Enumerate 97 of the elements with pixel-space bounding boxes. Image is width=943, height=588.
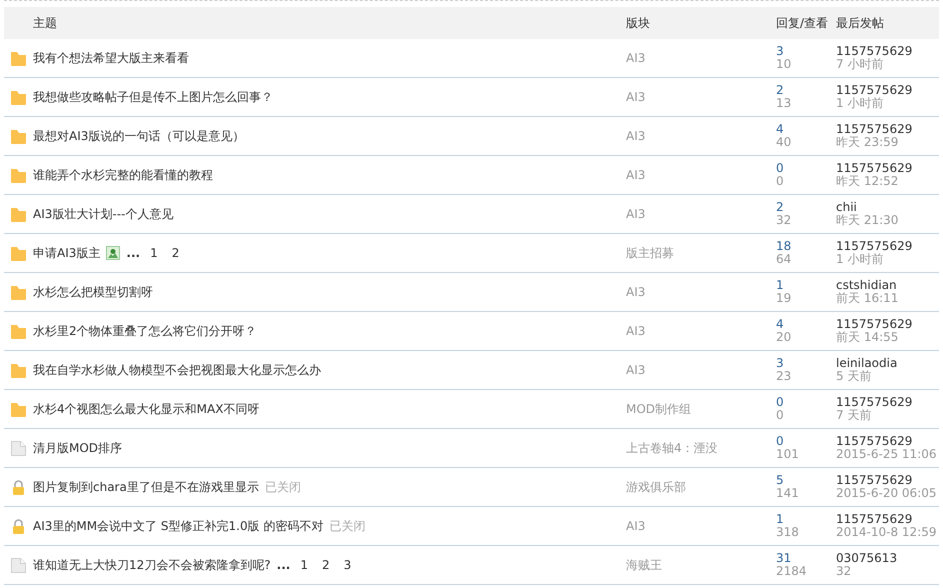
thread-title-link[interactable]: 谁知道无上大快刀12刀会不会被索隆拿到呢?	[33, 556, 271, 574]
folder-icon	[10, 166, 27, 184]
page-link[interactable]: 3	[344, 558, 352, 572]
thread-title-link[interactable]: 清月版MOD排序	[33, 440, 122, 456]
post-time: 昨天 12:52	[836, 175, 900, 188]
post-time: 32	[836, 565, 852, 578]
reply-count: 2	[776, 84, 785, 97]
view-count: 32	[776, 214, 792, 227]
folder-icon	[10, 128, 27, 144]
column-header: 版块	[626, 14, 651, 32]
view-count: 318	[776, 526, 800, 539]
view-count: 40	[776, 136, 792, 149]
reply-count: 0	[776, 396, 785, 409]
post-time: 1 小时前	[836, 253, 884, 266]
view-count: 141	[776, 487, 800, 500]
author-link[interactable]: cstshidian	[836, 279, 939, 292]
author-link[interactable]: 1157575629	[836, 474, 939, 487]
author-link[interactable]: 1157575629	[836, 240, 939, 253]
reply-count: 5	[776, 474, 785, 487]
column-header: 主题	[33, 14, 58, 32]
author-link[interactable]: 03075613	[836, 552, 939, 565]
thread-title-link[interactable]: 我想做些攻略帖子但是传不上图片怎么回事？	[33, 88, 273, 106]
author-link[interactable]: 1157575629	[836, 513, 939, 526]
reply-count: 4	[776, 318, 785, 331]
reply-count: 4	[776, 123, 785, 136]
folder-icon	[10, 322, 27, 340]
view-count: 2184	[776, 565, 808, 578]
ellipsis: ...	[276, 558, 290, 572]
view-count: 10	[776, 58, 792, 71]
post-time: 7 小时前	[836, 58, 884, 71]
thread-title-link[interactable]: 我有个想法希望大版主来看看	[33, 50, 189, 66]
reply-count: 0	[776, 435, 785, 448]
post-time: 昨天 23:59	[836, 136, 900, 149]
thread-title-link[interactable]: 水杉怎么把模型切割呀	[33, 284, 153, 300]
post-time: 前天 14:55	[836, 331, 900, 344]
folder-icon	[10, 362, 27, 378]
column-header: 回复/查看	[776, 16, 830, 30]
thread-title-link[interactable]: 最想对AI3版说的一句话（可以是意见）	[33, 128, 244, 144]
thread-title-link[interactable]: 水杉4个视图怎么最大化显示和MAX不同呀	[33, 400, 260, 418]
folder-icon	[10, 284, 27, 300]
thread-title-link[interactable]: 图片复制到chara里了但是不在游戏里显示	[33, 478, 259, 496]
page-link[interactable]: 1	[150, 246, 158, 260]
reply-count: 1	[776, 279, 785, 292]
folder-icon	[10, 400, 27, 418]
post-time: 2015-6-20 06:05	[836, 487, 938, 500]
document-icon	[10, 440, 27, 456]
view-count: 64	[776, 253, 792, 266]
view-count: 19	[776, 292, 792, 305]
column-header: 最后发帖	[836, 16, 885, 30]
page-link[interactable]: 2	[172, 246, 180, 260]
post-time: 7 天前	[836, 409, 872, 422]
post-time: 2015-6-25 11:06	[836, 448, 938, 461]
page-link[interactable]: 1	[300, 558, 308, 572]
thread-title-link[interactable]: 水杉里2个物体重叠了怎么将它们分开呀？	[33, 322, 257, 340]
ellipsis: ...	[126, 246, 140, 260]
view-count: 20	[776, 331, 792, 344]
author-link[interactable]: 1157575629	[836, 45, 939, 58]
reply-count: 31	[776, 552, 792, 565]
reply-count: 18	[776, 240, 792, 253]
thread-title-link[interactable]: 谁能弄个水杉完整的能看懂的教程	[33, 166, 213, 184]
folder-icon	[10, 50, 27, 66]
post-time: 5 天前	[836, 370, 872, 383]
thread-title-link[interactable]: 我在自学水杉做人物模型不会把视图最大化显示怎么办	[33, 362, 321, 378]
author-link[interactable]: 1157575629	[836, 162, 939, 175]
post-time: 昨天 21:30	[836, 214, 900, 227]
post-time: 1 小时前	[836, 97, 884, 110]
author-link[interactable]: 1157575629	[836, 318, 939, 331]
view-count: 0	[776, 175, 785, 188]
author-link[interactable]: 1157575629	[836, 84, 939, 97]
author-link[interactable]: 1157575629	[836, 396, 939, 409]
author-link[interactable]: leinilaodia	[836, 357, 939, 370]
folder-icon	[10, 88, 27, 106]
author-link[interactable]: 1157575629	[836, 123, 939, 136]
lock-icon	[10, 478, 27, 496]
view-count: 101	[776, 448, 800, 461]
reply-count: 1	[776, 513, 785, 526]
folder-icon	[10, 244, 27, 262]
reply-count: 3	[776, 357, 785, 370]
lock-icon	[10, 518, 27, 534]
post-time: 前天 16:11	[836, 292, 900, 305]
closed-label: 已关闭	[264, 478, 301, 496]
document-icon	[10, 556, 27, 574]
view-count: 23	[776, 370, 792, 383]
author-link[interactable]: 1157575629	[836, 435, 939, 448]
folder-icon	[10, 206, 27, 222]
author-link[interactable]: chii	[836, 201, 939, 214]
view-count: 13	[776, 97, 792, 110]
thread-title-link[interactable]: AI3里的MM会说中文了 S型修正补完1.0版 的密码不对	[33, 518, 324, 534]
page-link[interactable]: 2	[322, 558, 330, 572]
reply-count: 2	[776, 201, 785, 214]
thread-title-link[interactable]: AI3版壮大计划---个人意见	[33, 206, 174, 222]
reply-count: 0	[776, 162, 785, 175]
closed-label: 已关闭	[329, 518, 366, 534]
reply-count: 3	[776, 45, 785, 58]
post-time: 2014-10-8 12:59	[836, 526, 938, 539]
thread-title-link[interactable]: 申请AI3版主	[33, 244, 100, 262]
view-count: 0	[776, 409, 785, 422]
